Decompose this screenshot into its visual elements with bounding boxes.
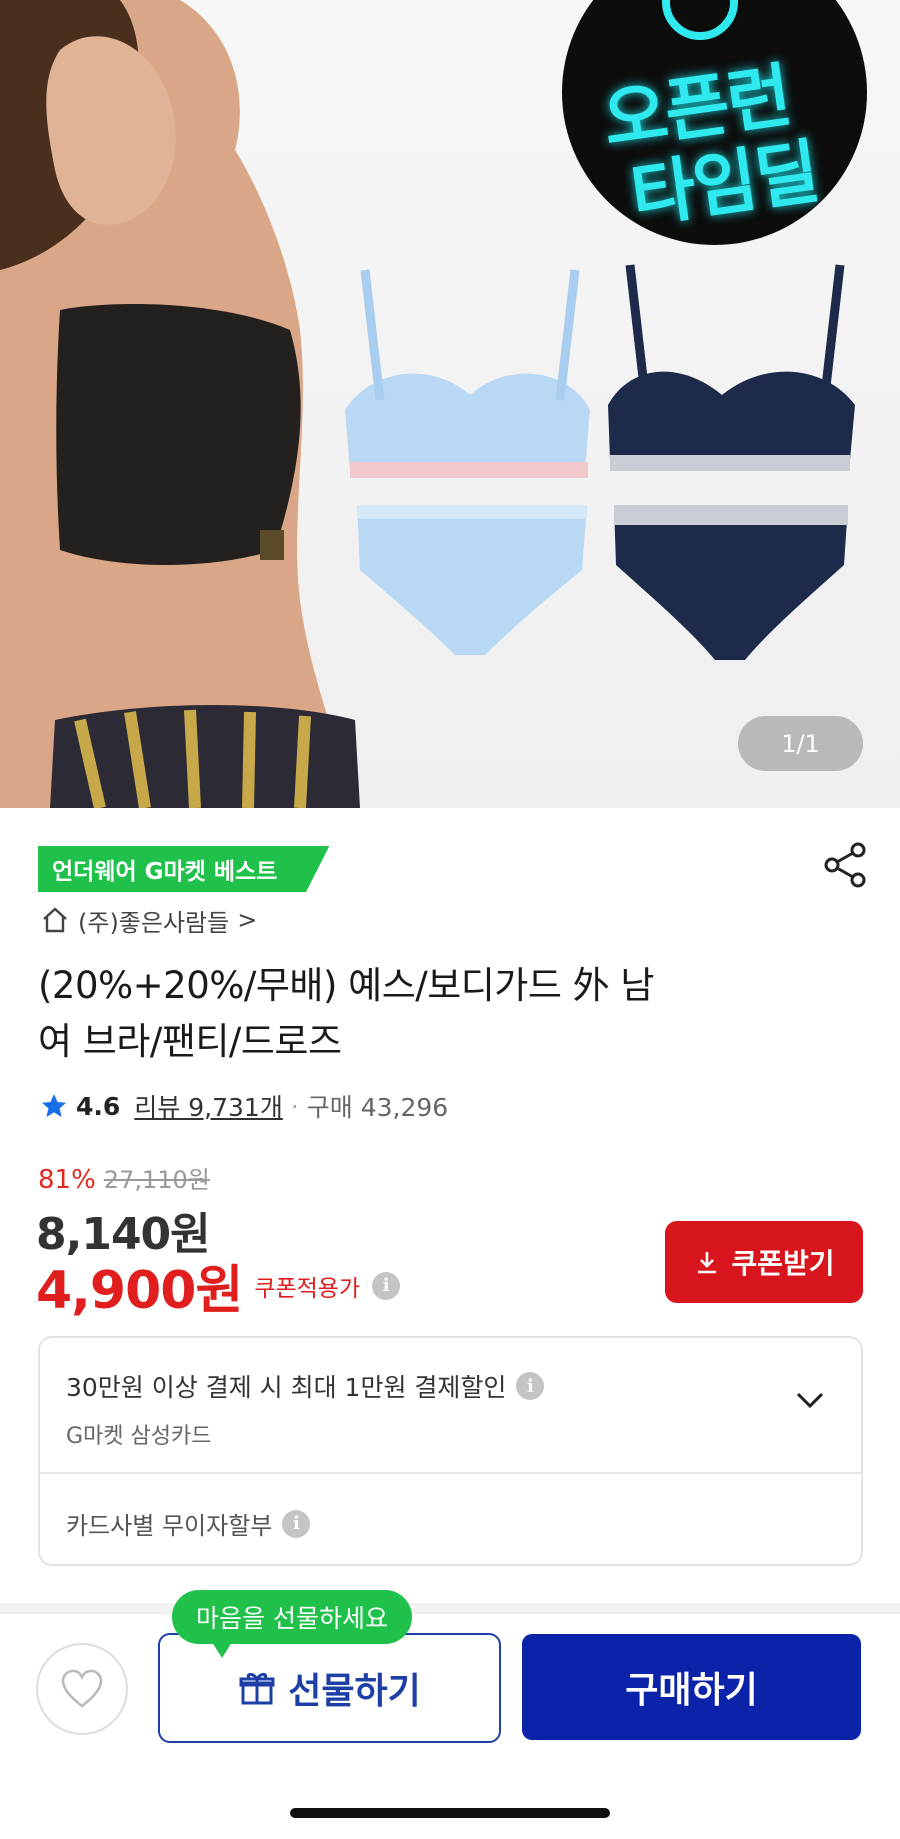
gift-icon (239, 1672, 275, 1705)
card-benefits-box: 30만원 이상 결제 시 최대 1만원 결제할인 i G마켓 삼성카드 카드사별… (38, 1336, 863, 1566)
info-icon[interactable]: i (372, 1271, 401, 1300)
seller-name: (주)좋은사람들 (78, 908, 230, 937)
chevron-down-icon[interactable] (792, 1382, 828, 1418)
rating-score: 4.6 (76, 1091, 121, 1121)
original-price: 27,110원 (103, 1166, 210, 1194)
rating-row: 4.6 리뷰 9,731개 · 구매 43,296 (40, 1088, 448, 1124)
seller-link[interactable]: (주)좋은사람들 > (40, 903, 257, 937)
get-coupon-label: 쿠폰받기 (731, 1247, 835, 1280)
best-category-badge[interactable]: 언더웨어 G마켓 베스트 (38, 846, 330, 892)
card-discount-subtitle: G마켓 삼성카드 (66, 1424, 212, 1449)
discount-percent: 81% (38, 1165, 96, 1195)
divider (40, 1472, 861, 1474)
installment-title: 카드사별 무이자할부 (66, 1512, 273, 1540)
info-icon[interactable]: i (516, 1372, 545, 1400)
get-coupon-button[interactable]: 쿠폰받기 (665, 1221, 863, 1303)
gift-button[interactable]: 선물하기 (158, 1633, 501, 1743)
coupon-price: 4,900원 (36, 1261, 243, 1321)
product-image-carousel[interactable]: 오픈런 타임딜 1/1 (0, 0, 900, 808)
review-count-link[interactable]: 리뷰 9,731개 (134, 1088, 283, 1124)
image-page-counter: 1/1 (738, 716, 863, 771)
card-discount-title: 30만원 이상 결제 시 최대 1만원 결제할인 (66, 1373, 507, 1402)
discount-row: 81% 27,110원 (38, 1160, 210, 1195)
card-discount-row[interactable]: 30만원 이상 결제 시 최대 1만원 결제할인 i (66, 1368, 545, 1404)
section-separator (0, 1603, 900, 1613)
buy-button[interactable]: 구매하기 (522, 1634, 861, 1740)
timedeal-badge: 오픈런 타임딜 (562, 0, 867, 245)
info-icon[interactable]: i (282, 1509, 311, 1538)
product-title: (20%+20%/무배) 예스/보디가드 外 남 여 브라/팬티/드로즈 (38, 958, 818, 1070)
product-title-line1: (20%+20%/무배) 예스/보디가드 外 남 (38, 964, 654, 1007)
purchase-count: 구매 43,296 (306, 1093, 449, 1122)
heart-icon (61, 1669, 103, 1708)
installment-row[interactable]: 카드사별 무이자할부 i (66, 1506, 311, 1541)
coupon-price-note: 쿠폰적용가 (254, 1275, 361, 1302)
chevron-right-icon: > (237, 906, 258, 934)
home-icon (43, 907, 67, 933)
gift-tooltip: 마음을 선물하세요 (172, 1590, 412, 1658)
best-category-label: 언더웨어 G마켓 베스트 (52, 859, 278, 885)
product-title-line2: 여 브라/팬티/드로즈 (38, 1020, 342, 1063)
share-icon[interactable] (820, 840, 870, 890)
gift-button-label: 선물하기 (288, 1671, 421, 1712)
star-icon (42, 1094, 66, 1117)
wishlist-button[interactable] (36, 1643, 128, 1735)
separator-dot: · (290, 1091, 299, 1121)
download-icon (698, 1252, 717, 1274)
coupon-price-row: 4,900원 쿠폰적용가 i (36, 1248, 401, 1323)
home-indicator[interactable] (290, 1808, 610, 1818)
